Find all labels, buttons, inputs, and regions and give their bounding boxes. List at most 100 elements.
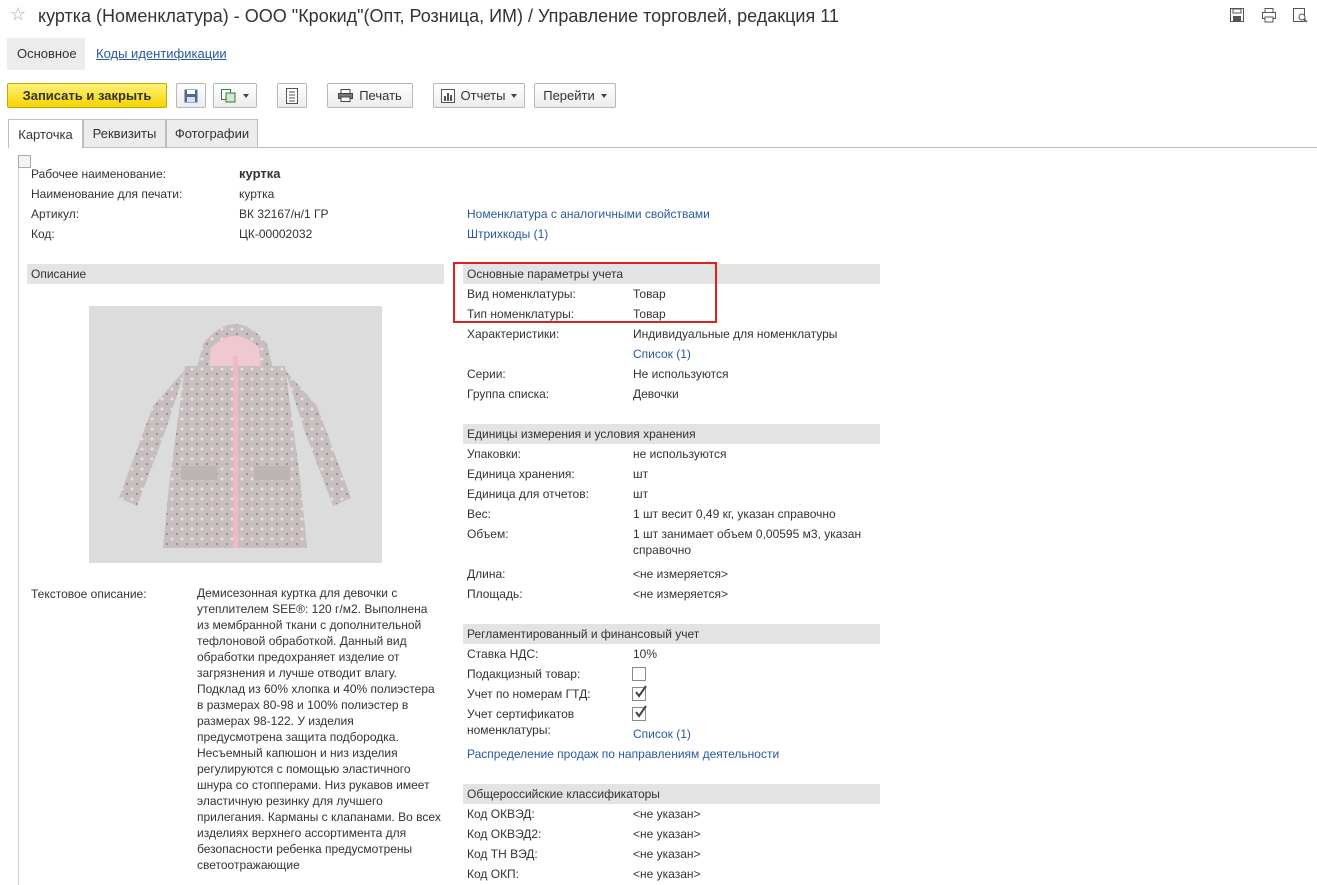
- report-unit-value[interactable]: шт: [633, 487, 648, 501]
- disk-icon: [184, 89, 198, 102]
- print-button[interactable]: Печать: [327, 83, 413, 108]
- type-label: Тип номенклатуры:: [467, 307, 575, 321]
- storage-unit-label: Единица хранения:: [467, 467, 575, 481]
- cert-checkbox[interactable]: [632, 705, 647, 721]
- create-based-on-button[interactable]: [213, 83, 257, 108]
- list-group-value[interactable]: Девочки: [633, 387, 679, 401]
- similar-items-link[interactable]: Номенклатура с аналогичными свойствами: [467, 207, 710, 221]
- window-title: куртка (Номенклатура) - ООО "Крокид"(Опт…: [38, 6, 839, 26]
- copy-create-icon: [221, 88, 236, 102]
- packaging-value[interactable]: не используются: [633, 447, 726, 461]
- cert-label-line1: Учет сертификатов: [467, 707, 575, 721]
- reports-icon: [440, 88, 455, 103]
- save-icon[interactable]: [1229, 7, 1247, 25]
- classifiers-group-title: Общероссийские классификаторы: [467, 787, 660, 801]
- excise-checkbox[interactable]: [632, 667, 646, 681]
- corner-marker: [18, 155, 31, 168]
- excise-label: Подакцизный товар:: [467, 667, 581, 681]
- okp-value[interactable]: <не указан>: [633, 867, 701, 881]
- okp-label: Код ОКП:: [467, 867, 520, 881]
- cert-label-line2: номенклатуры:: [467, 723, 551, 737]
- work-name-value[interactable]: куртка: [239, 166, 280, 181]
- nav-main-label: Основное: [17, 46, 77, 61]
- length-label: Длина:: [467, 567, 506, 581]
- favorite-star-icon[interactable]: ☆: [10, 4, 26, 25]
- save-and-close-label: Записать и закрыть: [22, 88, 152, 103]
- work-name-label: Рабочее наименование:: [31, 167, 166, 181]
- print-icon[interactable]: [1261, 7, 1279, 25]
- list-report-button[interactable]: [277, 83, 307, 108]
- content-left-border: [18, 155, 19, 885]
- characteristics-list-link[interactable]: Список (1): [633, 347, 691, 361]
- text-description-value[interactable]: Демисезонная куртка для девочки с утепли…: [197, 585, 442, 873]
- storage-unit-value[interactable]: шт: [633, 467, 648, 481]
- tab-requisites[interactable]: Реквизиты: [83, 119, 166, 147]
- report-unit-label: Единица для отчетов:: [467, 487, 589, 501]
- nav-main-tab[interactable]: Основное: [7, 38, 85, 70]
- gtd-checkbox[interactable]: [632, 685, 647, 701]
- goto-label: Перейти: [543, 88, 595, 103]
- goto-button[interactable]: Перейти: [534, 83, 616, 108]
- checkmark-icon: [635, 705, 647, 718]
- cert-list-link[interactable]: Список (1): [633, 727, 691, 741]
- area-label: Площадь:: [467, 587, 523, 601]
- characteristics-value[interactable]: Индивидуальные для номенклатуры: [633, 327, 837, 341]
- barcodes-link[interactable]: Штрихкоды (1): [467, 227, 548, 241]
- save-and-close-button[interactable]: Записать и закрыть: [7, 83, 167, 108]
- print-name-label: Наименование для печати:: [31, 187, 183, 201]
- print-name-value[interactable]: куртка: [239, 187, 274, 201]
- area-value[interactable]: <не измеряется>: [633, 587, 728, 601]
- okved-value[interactable]: <не указан>: [633, 807, 701, 821]
- tnved-value[interactable]: <не указан>: [633, 847, 701, 861]
- okved2-label: Код ОКВЭД2:: [467, 827, 542, 841]
- volume-value-line2[interactable]: справочно: [633, 543, 691, 557]
- printer-icon: [338, 89, 354, 102]
- document-list-icon: [286, 87, 298, 104]
- gtd-label: Учет по номерам ГТД:: [467, 687, 591, 701]
- description-group-title: Описание: [31, 267, 87, 281]
- kind-label: Вид номенклатуры:: [467, 287, 576, 301]
- reports-label: Отчеты: [460, 88, 506, 103]
- jacket-image: [119, 324, 351, 548]
- description-group-header: Описание: [27, 264, 444, 284]
- chevron-down-icon: [511, 93, 518, 98]
- nav-codes-link[interactable]: Коды идентификации: [96, 46, 227, 61]
- article-value[interactable]: ВК 32167/н/1 ГР: [239, 207, 329, 221]
- series-label: Серии:: [467, 367, 506, 381]
- weight-value[interactable]: 1 шт весит 0,49 кг, указан справочно: [633, 507, 836, 521]
- tab-divider: [8, 147, 1317, 148]
- tab-requisites-label: Реквизиты: [92, 126, 157, 141]
- sales-distribution-link[interactable]: Распределение продаж по направлениям дея…: [467, 747, 779, 761]
- product-photo[interactable]: [89, 306, 382, 563]
- volume-label: Объем:: [467, 527, 509, 541]
- length-value[interactable]: <не измеряется>: [633, 567, 728, 581]
- tab-card[interactable]: Карточка: [8, 119, 83, 148]
- code-value[interactable]: ЦК-00002032: [239, 227, 312, 241]
- kind-value[interactable]: Товар: [633, 287, 666, 301]
- type-value[interactable]: Товар: [633, 307, 666, 321]
- finance-group-header: Регламентированный и финансовый учет: [463, 624, 880, 644]
- units-group-header: Единицы измерения и условия хранения: [463, 424, 880, 444]
- search-preview-icon[interactable]: [1292, 7, 1310, 25]
- weight-label: Вес:: [467, 507, 492, 521]
- print-label: Печать: [359, 88, 402, 103]
- okved-label: Код ОКВЭД:: [467, 807, 535, 821]
- characteristics-label: Характеристики:: [467, 327, 560, 341]
- tab-photos-label: Фотографии: [174, 126, 250, 141]
- series-value[interactable]: Не используются: [633, 367, 729, 381]
- finance-group-title: Регламентированный и финансовый учет: [467, 627, 700, 641]
- tab-photos[interactable]: Фотографии: [166, 119, 258, 147]
- chevron-down-icon: [600, 93, 607, 98]
- list-group-label: Группа списка:: [467, 387, 550, 401]
- vat-label: Ставка НДС:: [467, 647, 539, 661]
- save-button[interactable]: [176, 83, 206, 108]
- classifiers-group-header: Общероссийские классификаторы: [463, 784, 880, 804]
- volume-value-line1[interactable]: 1 шт занимает объем 0,00595 м3, указан: [633, 527, 861, 541]
- vat-value[interactable]: 10%: [633, 647, 657, 661]
- reports-button[interactable]: Отчеты: [433, 83, 525, 108]
- checkmark-icon: [635, 685, 647, 698]
- okved2-value[interactable]: <не указан>: [633, 827, 701, 841]
- article-label: Артикул:: [31, 207, 80, 221]
- units-group-title: Единицы измерения и условия хранения: [467, 427, 696, 441]
- chevron-down-icon: [243, 93, 249, 98]
